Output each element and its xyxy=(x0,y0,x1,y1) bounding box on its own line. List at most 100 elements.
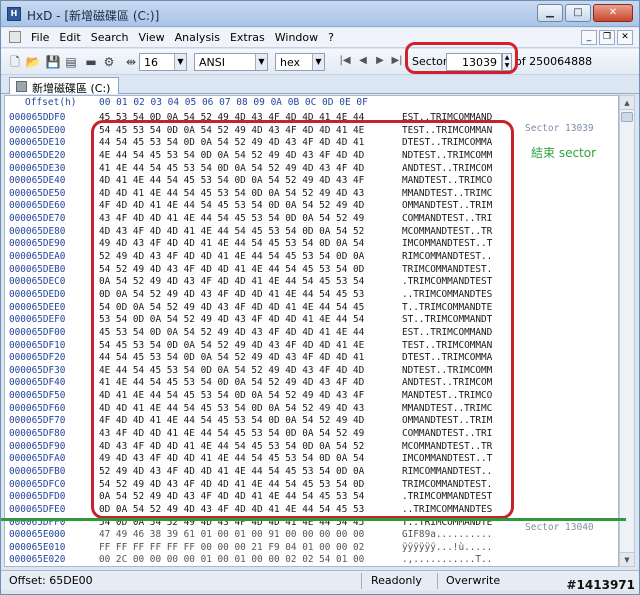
row-address: 000065DF80 xyxy=(9,428,66,440)
first-sector-icon[interactable]: |◀ xyxy=(339,55,351,69)
row-address: 000065DDF0 xyxy=(9,112,66,123)
mdi-restore-button[interactable]: ❐ xyxy=(599,30,615,45)
menu-edit[interactable]: Edit xyxy=(59,31,80,44)
status-divider xyxy=(361,573,362,589)
row-address: 000065DE30 xyxy=(9,162,66,174)
disk-icon[interactable]: ▬ xyxy=(83,54,99,70)
row-address: 000065DFE0 xyxy=(9,503,66,515)
menu-extras[interactable]: Extras xyxy=(230,31,265,44)
chevron-down-icon: ▼ xyxy=(174,54,186,70)
row-address: 000065DE60 xyxy=(9,200,66,212)
column-offsets: 00 01 02 03 04 05 06 07 08 09 0A 0B 0C 0… xyxy=(99,97,368,108)
row-address: 000065DEC0 xyxy=(9,276,66,288)
new-file-icon[interactable]: 🗋 xyxy=(7,54,23,70)
row-address: 000065DFB0 xyxy=(9,465,66,477)
window-title: HxD - [新增磁碟區 (C:)] xyxy=(27,9,160,23)
row-address: 000065E000 xyxy=(9,529,66,541)
menu-file[interactable]: File xyxy=(31,31,49,44)
row-text[interactable]: .,...........T.. xyxy=(402,554,492,566)
start-sector-annotation: Sector 13039 xyxy=(525,123,594,134)
row-address: 000065DEA0 xyxy=(9,251,66,263)
row-hex-bytes[interactable]: 47 49 46 38 39 61 01 00 01 00 91 00 00 0… xyxy=(99,529,364,542)
row-address: 000065E010 xyxy=(9,541,66,553)
document-icon[interactable] xyxy=(9,31,21,43)
hxd-window: H HxD - [新增磁碟區 (C:)] ▁ □ ✕ File Edit Sea… xyxy=(0,0,640,595)
next-sector-icon[interactable]: ▶ xyxy=(374,55,386,69)
close-button[interactable]: ✕ xyxy=(593,4,633,22)
hex-row[interactable]: 000065E010 FF FF FF FF FF FF 00 00 00 21 … xyxy=(5,541,618,555)
scroll-down-icon[interactable]: ▼ xyxy=(620,552,634,566)
offset-header: Offset(h) xyxy=(25,97,77,108)
row-address: 000065DF90 xyxy=(9,440,66,452)
bytes-per-row-value: 16 xyxy=(144,56,158,69)
menu-bar: File Edit Search View Analysis Extras Wi… xyxy=(1,28,639,48)
tab-bar: 新增磁碟區 (C:) xyxy=(1,76,639,95)
row-address: 000065DE00 xyxy=(9,124,66,136)
display-mode-select[interactable]: hex ▼ xyxy=(275,53,325,71)
status-mode: Readonly xyxy=(371,574,422,587)
title-bar[interactable]: H HxD - [新增磁碟區 (C:)] ▁ □ ✕ xyxy=(1,1,639,27)
menu-view[interactable]: View xyxy=(139,31,165,44)
row-address: 000065DE70 xyxy=(9,213,66,225)
row-text[interactable]: GIF89a.......... xyxy=(402,529,492,542)
row-address: 000065DF20 xyxy=(9,352,66,364)
row-hex-bytes[interactable]: 00 2C 00 00 00 00 01 00 01 00 00 02 02 5… xyxy=(99,554,364,566)
sector-highlight-box xyxy=(91,120,514,519)
drive-icon xyxy=(16,81,27,92)
image-watermark: #1413971 xyxy=(566,578,635,592)
maximize-button[interactable]: □ xyxy=(565,4,591,22)
chevron-down-icon: ▼ xyxy=(255,54,267,70)
minimize-button[interactable]: ▁ xyxy=(537,4,563,22)
display-mode-value: hex xyxy=(280,56,301,69)
row-address: 000065DFC0 xyxy=(9,478,66,490)
row-hex-bytes[interactable]: FF FF FF FF FF FF 00 00 00 21 F9 04 01 0… xyxy=(99,542,364,555)
vertical-scrollbar[interactable]: ▲ ▼ xyxy=(619,95,635,567)
row-address: 000065DF00 xyxy=(9,326,66,338)
row-address: 000065E020 xyxy=(9,554,66,566)
row-address: 000065DE40 xyxy=(9,175,66,187)
scroll-thumb[interactable] xyxy=(621,112,633,122)
row-address: 000065DEE0 xyxy=(9,301,66,313)
charset-value: ANSI xyxy=(199,56,225,69)
hex-row[interactable]: 000065E020 00 2C 00 00 00 00 01 00 01 00 … xyxy=(5,554,618,566)
bytes-per-row-select[interactable]: 16 ▼ xyxy=(139,53,187,71)
menu-window[interactable]: Window xyxy=(275,31,318,44)
row-text[interactable]: ÿÿÿÿÿÿ...!ù..... xyxy=(402,542,492,555)
mdi-close-button[interactable]: ✕ xyxy=(617,30,633,45)
status-divider xyxy=(437,573,438,589)
save-icon[interactable]: 💾 xyxy=(45,54,61,70)
previous-sector-icon[interactable]: ◀ xyxy=(357,55,369,69)
row-address: 000065DFA0 xyxy=(9,453,66,465)
row-address: 000065DED0 xyxy=(9,288,66,300)
save-all-icon[interactable]: ▤ xyxy=(63,54,79,70)
open-folder-icon[interactable]: 📂 xyxy=(25,54,41,70)
row-address: 000065DF30 xyxy=(9,364,66,376)
bytes-per-row-icon: ⇹ xyxy=(125,55,137,69)
tab-drive-c[interactable]: 新增磁碟區 (C:) xyxy=(9,77,120,95)
row-address: 000065DE10 xyxy=(9,137,66,149)
scroll-up-icon[interactable]: ▲ xyxy=(620,96,634,110)
tab-label: 新增磁碟區 (C:) xyxy=(32,82,111,95)
row-address: 000065DF10 xyxy=(9,339,66,351)
end-sector-label: 結束 sector xyxy=(531,146,597,160)
status-overwrite: Overwrite xyxy=(446,574,501,587)
hxd-app-icon: H xyxy=(7,7,21,21)
chevron-down-icon: ▼ xyxy=(312,54,324,70)
status-offset: Offset: 65DE00 xyxy=(9,574,93,587)
row-address: 000065DE50 xyxy=(9,187,66,199)
hex-column-header: Offset(h) 00 01 02 03 04 05 06 07 08 09 … xyxy=(5,96,618,110)
menu-search[interactable]: Search xyxy=(91,31,129,44)
tools-icon[interactable]: ⚙ xyxy=(101,54,117,70)
mdi-minimize-button[interactable]: _ xyxy=(581,30,597,45)
row-address: 000065DF50 xyxy=(9,390,66,402)
row-address: 000065DFD0 xyxy=(9,491,66,503)
row-address: 000065DE90 xyxy=(9,238,66,250)
sector-boundary-line xyxy=(1,518,626,521)
row-address: 000065DE20 xyxy=(9,149,66,161)
charset-select[interactable]: ANSI ▼ xyxy=(194,53,268,71)
last-sector-icon[interactable]: ▶| xyxy=(391,55,403,69)
row-address: 000065DEB0 xyxy=(9,263,66,275)
sector-input-highlight xyxy=(405,42,518,74)
menu-analysis[interactable]: Analysis xyxy=(175,31,220,44)
menu-help[interactable]: ? xyxy=(328,31,334,44)
